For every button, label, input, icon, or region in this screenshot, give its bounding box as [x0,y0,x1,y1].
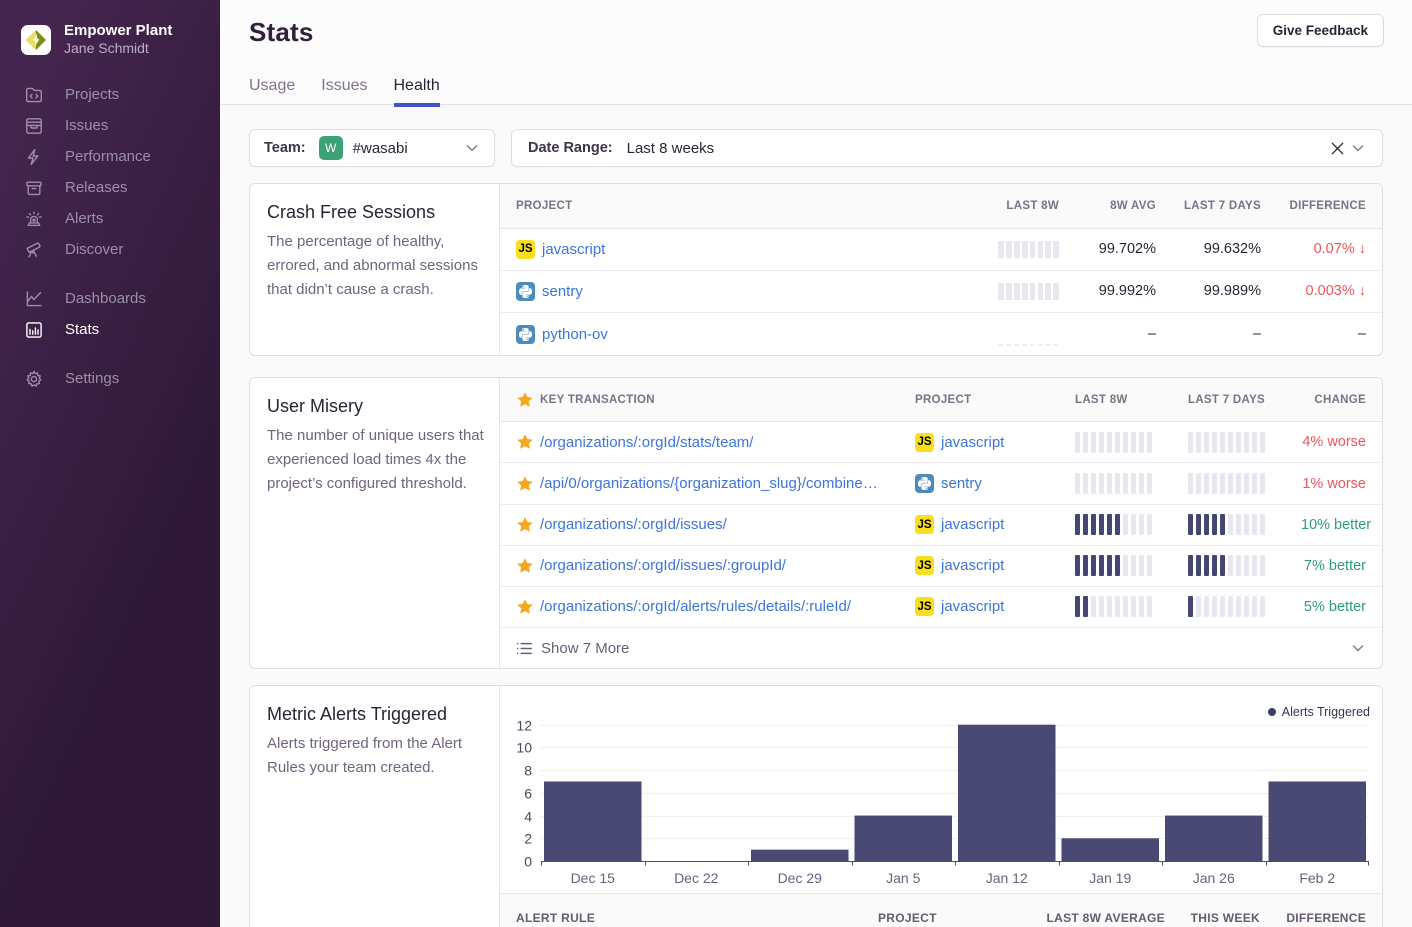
svg-text:12: 12 [516,718,532,734]
svg-text:Feb 2: Feb 2 [1299,870,1335,886]
svg-text:Jan 5: Jan 5 [886,870,920,886]
svg-text:2: 2 [524,831,532,847]
svg-text:10: 10 [516,740,532,756]
svg-text:8: 8 [524,763,532,779]
svg-text:Jan 12: Jan 12 [986,870,1028,886]
svg-text:Jan 19: Jan 19 [1089,870,1131,886]
svg-text:Dec 29: Dec 29 [778,870,823,886]
svg-text:Jan 26: Jan 26 [1193,870,1235,886]
svg-text:6: 6 [524,786,532,802]
svg-text:0: 0 [524,854,532,870]
svg-text:Dec 15: Dec 15 [571,870,616,886]
svg-text:Dec 22: Dec 22 [674,870,719,886]
svg-text:4: 4 [524,809,532,825]
